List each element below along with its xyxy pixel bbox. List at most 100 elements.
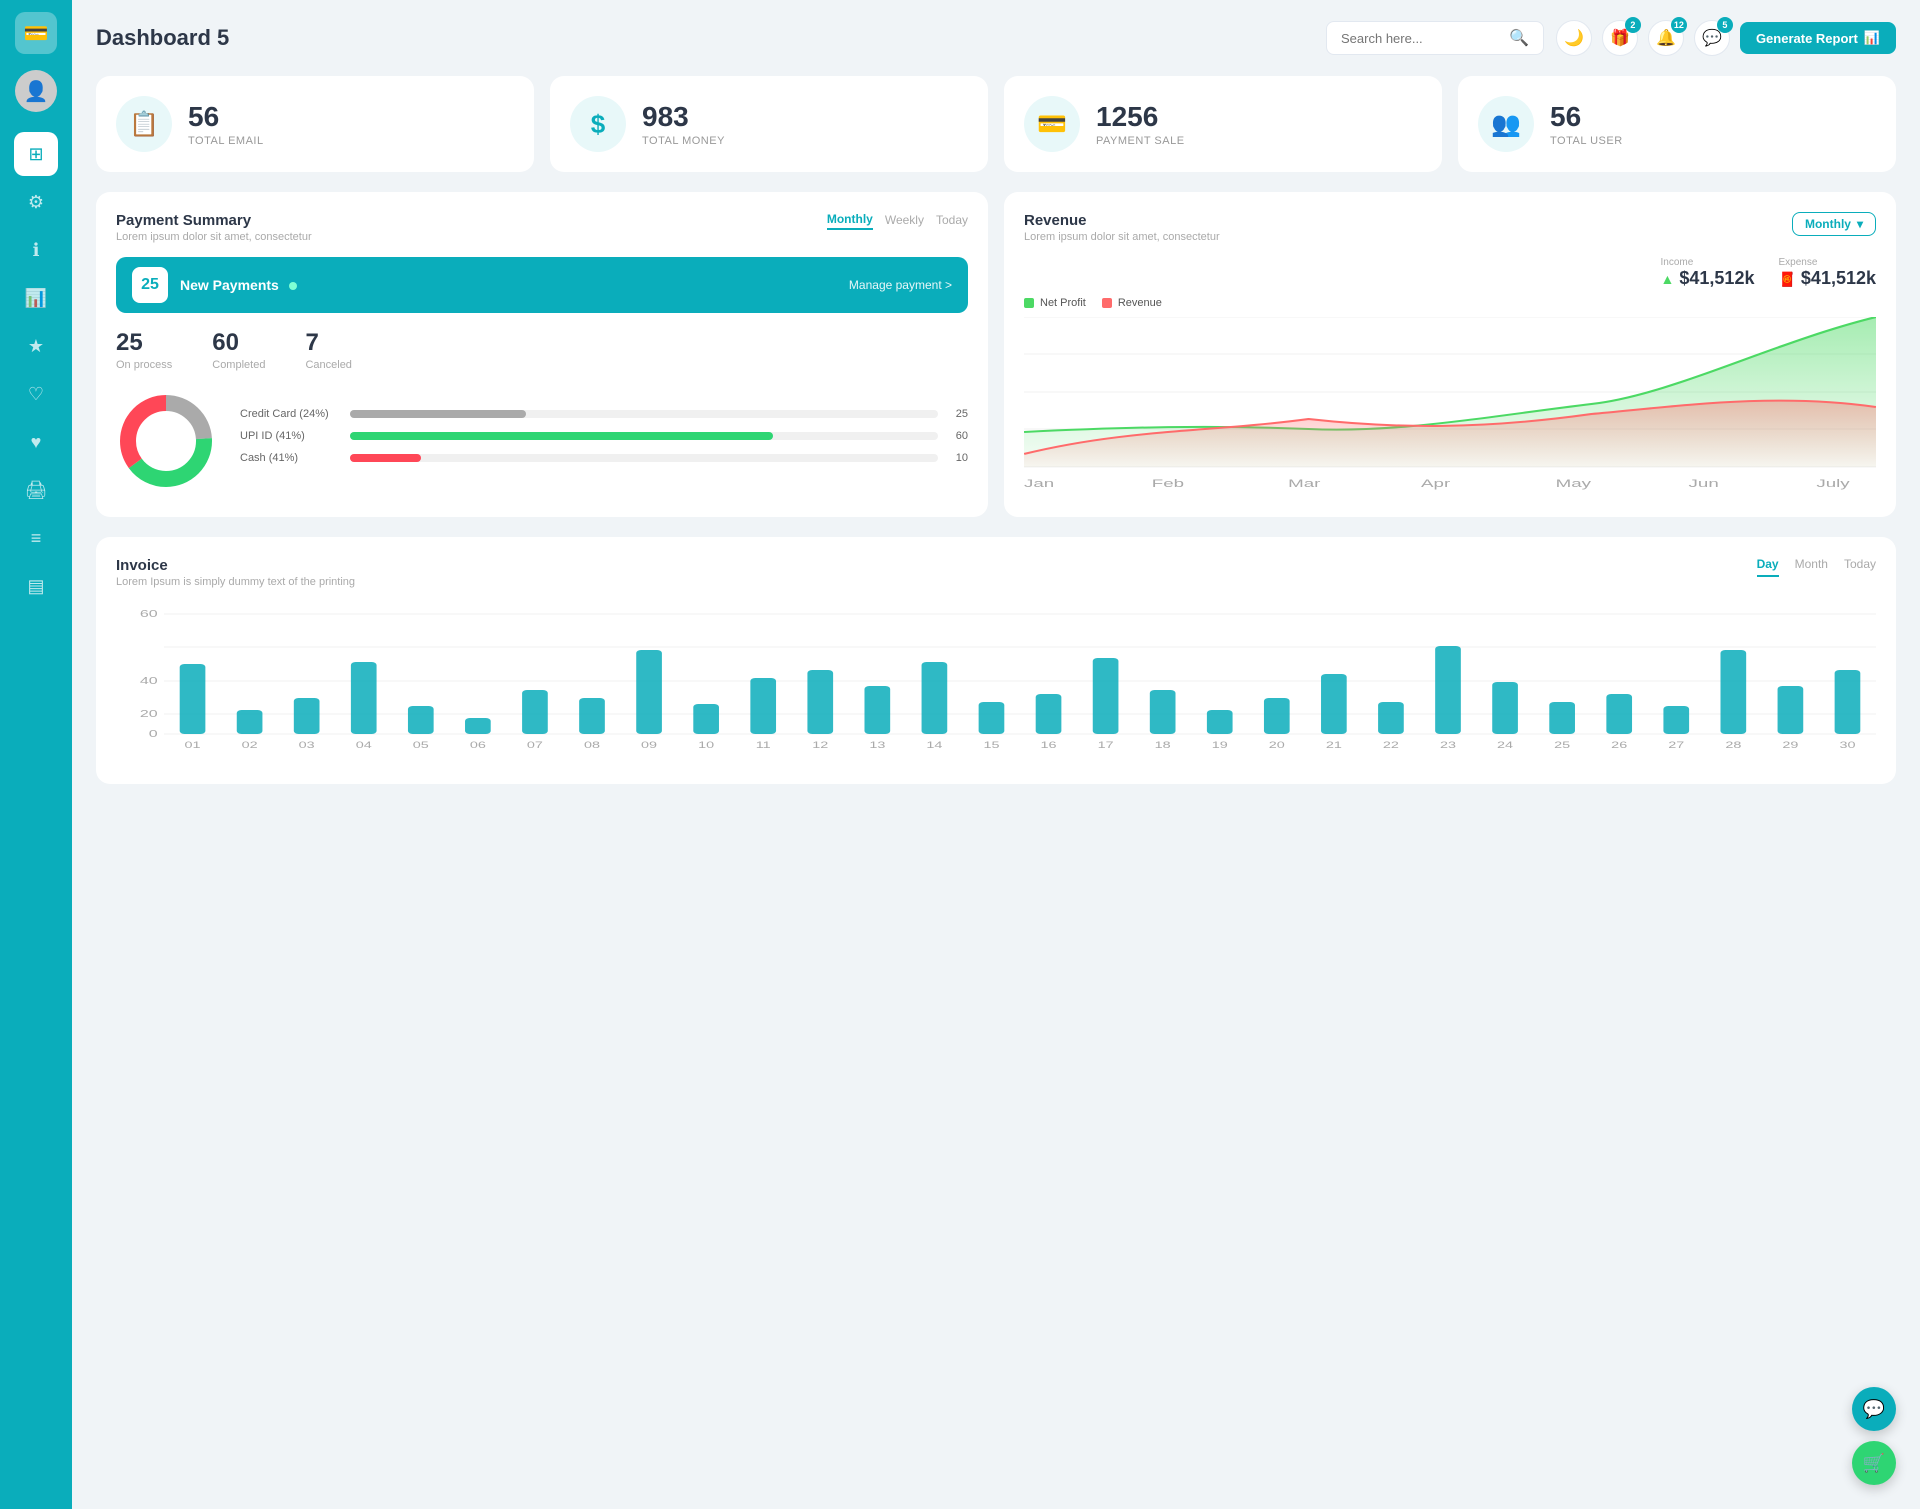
revenue-title-group: Revenue Lorem ipsum dolor sit amet, cons… <box>1024 212 1220 243</box>
total-user-value: 56 <box>1550 101 1623 133</box>
svg-text:60: 60 <box>140 608 158 619</box>
sidebar-item-settings[interactable]: ⚙ <box>14 180 58 224</box>
support-icon: 💬 <box>1863 1399 1885 1420</box>
payment-summary-title-group: Payment Summary Lorem ipsum dolor sit am… <box>116 212 312 243</box>
prog-bar-upi-wrap <box>350 432 938 440</box>
stat-card-payment-sale: 💳 1256 PAYMENT SALE <box>1004 76 1442 172</box>
fab-group: 💬 🛒 <box>1852 1387 1896 1485</box>
sidebar-item-likes[interactable]: ♥ <box>14 420 58 464</box>
net-profit-dot <box>1024 298 1034 308</box>
dropdown-label: Monthly <box>1805 217 1851 231</box>
search-bar[interactable]: 🔍 <box>1326 21 1544 55</box>
svg-text:20: 20 <box>140 708 158 719</box>
money-icon: $ <box>570 96 626 152</box>
sidebar-item-print[interactable]: 🖨 <box>14 468 58 512</box>
page-title: Dashboard 5 <box>96 25 1326 51</box>
svg-text:18: 18 <box>1155 740 1171 750</box>
sidebar-item-list[interactable]: ▤ <box>14 564 58 608</box>
sidebar-item-info[interactable]: ℹ <box>14 228 58 272</box>
search-input[interactable] <box>1341 31 1501 46</box>
svg-text:29: 29 <box>1782 740 1798 750</box>
expense-value: 🧧 $41,512k <box>1778 268 1876 289</box>
svg-text:08: 08 <box>584 740 600 750</box>
manage-payment-link[interactable]: Manage payment > <box>849 278 952 292</box>
revenue-meta: Income ▲ $41,512k Expense 🧧 $41,512k <box>1024 257 1876 289</box>
svg-text:23: 23 <box>1440 740 1456 750</box>
svg-text:28: 28 <box>1725 740 1741 750</box>
sidebar-item-wishlist[interactable]: ♡ <box>14 372 58 416</box>
revenue-monthly-dropdown[interactable]: Monthly ▾ <box>1792 212 1876 236</box>
support-fab[interactable]: 💬 <box>1852 1387 1896 1431</box>
total-money-label: TOTAL MONEY <box>642 135 725 147</box>
cart-fab[interactable]: 🛒 <box>1852 1441 1896 1485</box>
sidebar-logo[interactable]: 💳 <box>15 12 57 54</box>
revenue-chart: Jan Feb Mar Apr May Jun July 0 30 60 90 … <box>1024 317 1876 497</box>
theme-toggle-button[interactable]: 🌙 <box>1556 20 1592 56</box>
expense-block: Expense 🧧 $41,512k <box>1778 257 1876 289</box>
sidebar-item-menu[interactable]: ≡ <box>14 516 58 560</box>
svg-text:July: July <box>1816 478 1850 490</box>
email-icon: 📋 <box>116 96 172 152</box>
info-icon: ℹ <box>33 240 40 261</box>
total-money-value: 983 <box>642 101 725 133</box>
stat-user-info: 56 TOTAL USER <box>1550 101 1623 147</box>
svg-text:15: 15 <box>983 740 999 750</box>
inv-tab-today[interactable]: Today <box>1844 557 1876 577</box>
expense-icon: 🧧 <box>1778 271 1795 287</box>
prog-val-credit: 25 <box>948 408 968 420</box>
tab-monthly[interactable]: Monthly <box>827 212 873 230</box>
invoice-header: Invoice Lorem Ipsum is simply dummy text… <box>116 557 1876 588</box>
list-icon: ▤ <box>27 576 44 597</box>
stat-completed: 60 Completed <box>212 329 265 371</box>
header: Dashboard 5 🔍 🌙 🎁 2 🔔 12 💬 5 Generate Re <box>96 20 1896 56</box>
svg-text:16: 16 <box>1041 740 1057 750</box>
legend-revenue: Revenue <box>1102 297 1162 309</box>
svg-text:06: 06 <box>470 740 486 750</box>
stat-email-info: 56 TOTAL EMAIL <box>188 101 264 147</box>
revenue-dot <box>1102 298 1112 308</box>
svg-text:02: 02 <box>242 740 258 750</box>
tab-today[interactable]: Today <box>936 213 968 229</box>
revenue-legend: Net Profit Revenue <box>1024 297 1876 309</box>
users-icon: 👥 <box>1478 96 1534 152</box>
prog-val-cash: 10 <box>948 452 968 464</box>
avatar[interactable]: 👤 <box>15 70 57 112</box>
svg-text:27: 27 <box>1668 740 1684 750</box>
svg-text:10: 10 <box>698 740 714 750</box>
svg-text:11: 11 <box>756 740 771 750</box>
bell-button[interactable]: 🔔 12 <box>1648 20 1684 56</box>
svg-text:05: 05 <box>413 740 429 750</box>
progress-bars: Credit Card (24%) 25 UPI ID (41%) 60 <box>240 408 968 474</box>
tab-weekly[interactable]: Weekly <box>885 213 924 229</box>
total-email-label: TOTAL EMAIL <box>188 135 264 147</box>
notifications-button[interactable]: 🎁 2 <box>1602 20 1638 56</box>
income-label: Income <box>1661 257 1755 268</box>
sidebar-item-favorites[interactable]: ★ <box>14 324 58 368</box>
new-payments-left: 25 New Payments <box>132 267 297 303</box>
inv-tab-day[interactable]: Day <box>1757 557 1779 577</box>
prog-val-upi: 60 <box>948 430 968 442</box>
invoice-subtitle: Lorem Ipsum is simply dummy text of the … <box>116 576 355 588</box>
chart-icon: 📊 <box>25 288 47 309</box>
menu-icon: ≡ <box>31 528 42 549</box>
svg-text:26: 26 <box>1611 740 1627 750</box>
svg-text:Apr: Apr <box>1421 478 1450 490</box>
donut-section: Credit Card (24%) 25 UPI ID (41%) 60 <box>116 391 968 491</box>
moon-icon: 🌙 <box>1564 28 1584 48</box>
bar-chart-icon: 📊 <box>1864 30 1880 46</box>
svg-text:24: 24 <box>1497 740 1513 750</box>
revenue-header: Revenue Lorem ipsum dolor sit amet, cons… <box>1024 212 1876 243</box>
sidebar-item-dashboard[interactable]: ⊞ <box>14 132 58 176</box>
revenue-title: Revenue <box>1024 212 1220 229</box>
new-payments-bar: 25 New Payments Manage payment > <box>116 257 968 313</box>
payment-icon: 💳 <box>1024 96 1080 152</box>
svg-text:07: 07 <box>527 740 543 750</box>
generate-report-button[interactable]: Generate Report 📊 <box>1740 22 1896 54</box>
dashboard-icon: ⊞ <box>28 144 43 165</box>
chat-button[interactable]: 💬 5 <box>1694 20 1730 56</box>
notifications-badge: 2 <box>1625 17 1641 33</box>
sidebar-item-analytics[interactable]: 📊 <box>14 276 58 320</box>
income-arrow-icon: ▲ <box>1661 271 1675 287</box>
svg-text:30: 30 <box>1839 740 1855 750</box>
inv-tab-month[interactable]: Month <box>1795 557 1828 577</box>
